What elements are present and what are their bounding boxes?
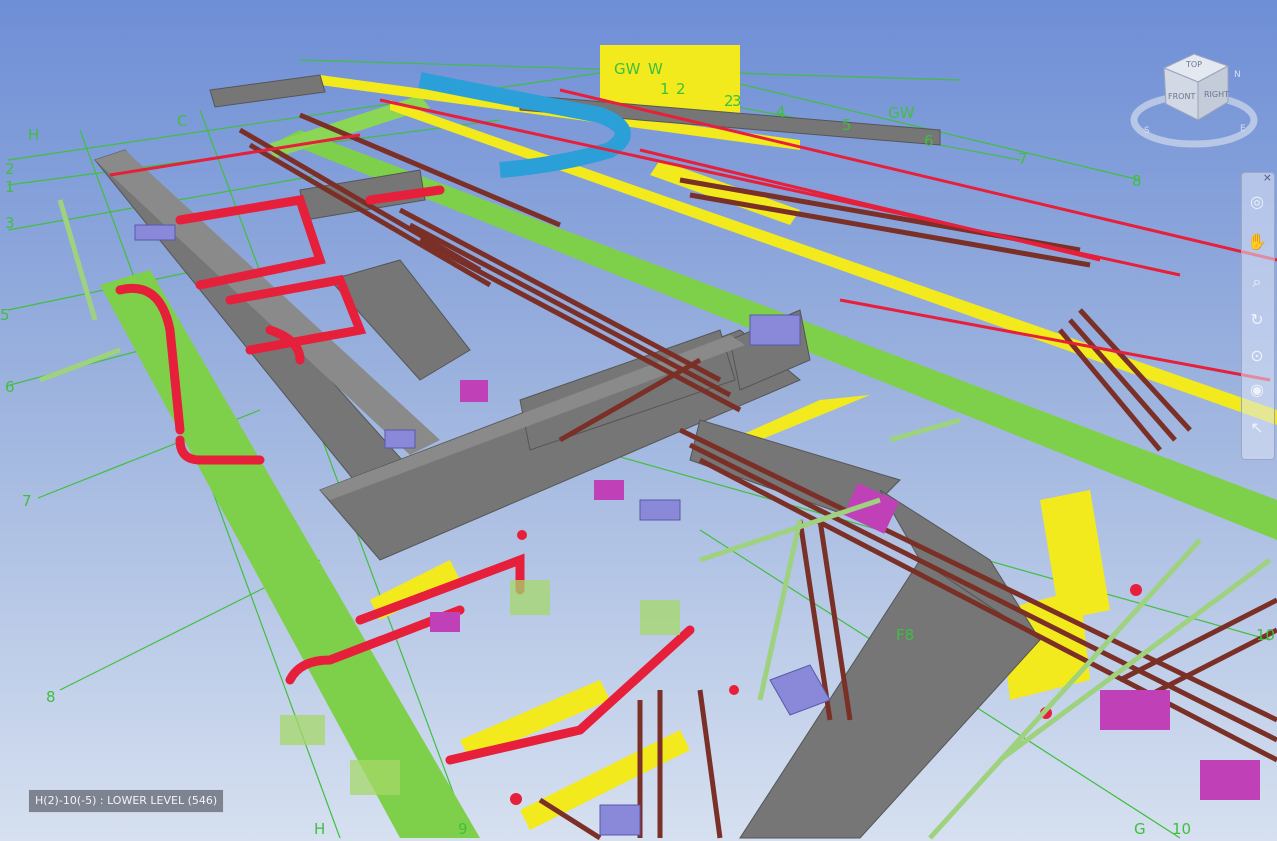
compass-north[interactable]: N (1234, 70, 1241, 80)
grid-label-left-7: 7 (22, 492, 32, 510)
look-icon[interactable]: ◉ (1246, 379, 1268, 401)
compass-east[interactable]: E (1240, 124, 1246, 134)
navigation-bar: × ◎ ✋ ⌕ ↻ ⊙ ◉ ↖ (1241, 171, 1275, 460)
walk-icon[interactable]: ⊙ (1246, 345, 1268, 367)
grid-label-7: 7 (1018, 150, 1028, 168)
grid-label-bottom-h: H (314, 820, 326, 838)
grid-label-left-5: 5 (0, 306, 10, 324)
grid-label-f8: F8 (896, 626, 915, 644)
grid-label-c: C (177, 112, 188, 130)
select-arrow-icon[interactable]: ↖ (1246, 417, 1268, 439)
mep-model-render (7, 45, 1277, 841)
pan-hand-icon[interactable]: ✋ (1246, 231, 1268, 253)
steering-wheel-icon[interactable]: ◎ (1246, 191, 1268, 213)
grid-label-2: 2 (676, 80, 686, 98)
grid-label-bottom-10: 10 (1172, 820, 1192, 838)
viewcube-top-face[interactable]: TOP (1186, 60, 1202, 69)
close-icon[interactable]: × (1263, 171, 1272, 184)
grid-label-left-8: 8 (46, 688, 56, 706)
level-status-label: H(2)-10(-5) : LOWER LEVEL (546) (28, 789, 225, 813)
grid-label-left-1: 1 (5, 178, 15, 196)
grid-label-5: 5 (842, 116, 852, 134)
grid-label-3: 3 (732, 92, 742, 110)
zoom-icon[interactable]: ⌕ (1246, 271, 1268, 293)
grid-label-left-2: 2 (5, 160, 15, 178)
3d-model-viewport[interactable]: H C GW W 1 2 2 3 4 5 GW 6 7 8 1 2 3 5 6 … (0, 0, 1277, 841)
grid-label-w: W (648, 60, 663, 78)
viewcube-right-face[interactable]: RIGHT (1204, 90, 1229, 99)
view-cube[interactable]: TOP FRONT RIGHT S E N (1128, 40, 1260, 148)
grid-label-bottom-9: 9 (458, 820, 468, 838)
grid-label-h: H (28, 126, 40, 144)
grid-label-gw: GW (614, 60, 641, 78)
grid-label-bottom-g: G (1134, 820, 1146, 838)
grid-label-left-6: 6 (5, 378, 15, 396)
grid-label-4: 4 (776, 103, 786, 121)
grid-label-8: 8 (1132, 172, 1142, 190)
orbit-icon[interactable]: ↻ (1246, 309, 1268, 331)
grid-label-gw-b: GW (888, 104, 915, 122)
grid-label-left-3: 3 (5, 214, 15, 232)
grid-label-1: 1 (660, 80, 670, 98)
compass-south[interactable]: S (1144, 126, 1150, 136)
grid-label-6: 6 (924, 132, 934, 150)
viewcube-front-face[interactable]: FRONT (1168, 92, 1195, 101)
grid-label-right-10: 10 (1256, 626, 1276, 644)
